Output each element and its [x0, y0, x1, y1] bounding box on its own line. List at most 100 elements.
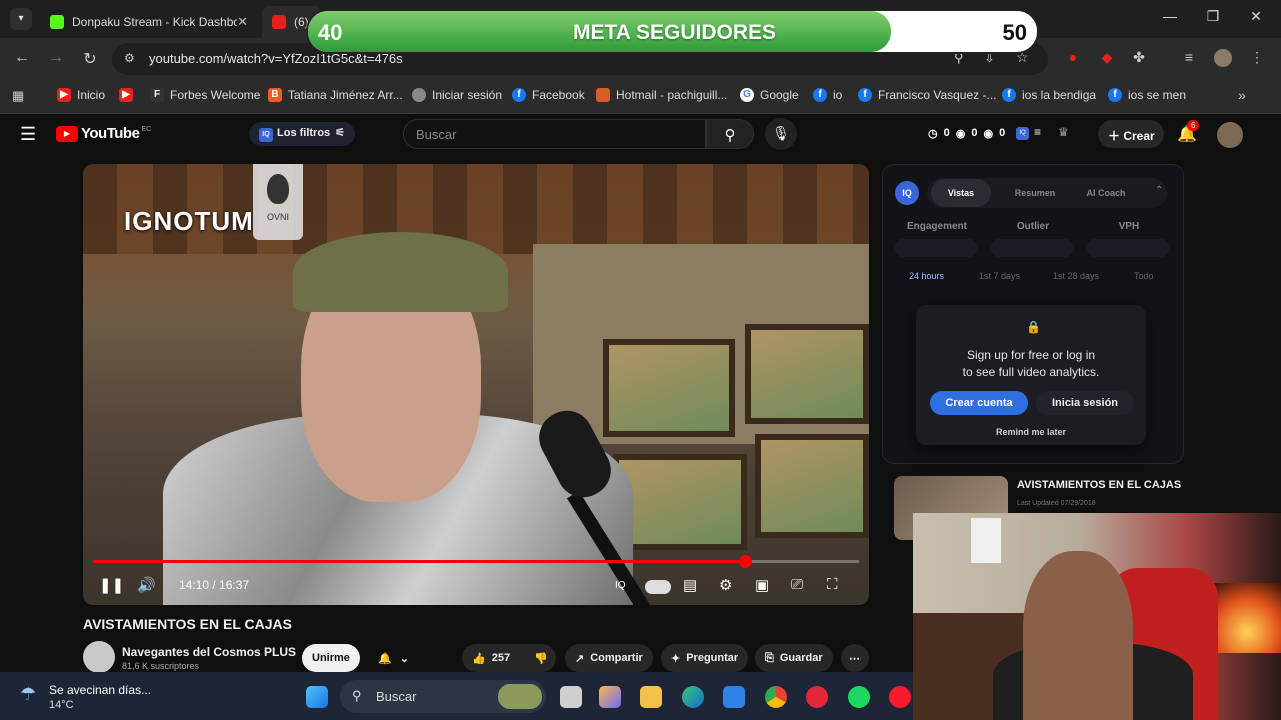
settings-gear-icon[interactable]: ⚙: [719, 576, 732, 594]
video-progress-bar[interactable]: [93, 555, 859, 568]
file-explorer-icon[interactable]: [640, 686, 662, 708]
profile-avatar[interactable]: [1214, 49, 1232, 67]
browser-menu-icon[interactable]: ⋮: [1248, 49, 1266, 67]
bookmark-ios-bendiga[interactable]: f ios la bendiga: [1002, 88, 1096, 102]
eye-icon: ◉: [955, 128, 966, 140]
range-first-28-days[interactable]: 1st 28 days: [1053, 271, 1099, 281]
bookmark-inicio[interactable]: ▶ Inicio: [57, 88, 105, 102]
weather-rain-icon[interactable]: ☂: [20, 684, 36, 705]
miniplayer-icon[interactable]: ▣: [755, 576, 769, 594]
opera-icon[interactable]: [889, 686, 911, 708]
bookmark-youtube[interactable]: ▶: [119, 88, 139, 102]
bookmark-francisco[interactable]: f Francisco Vasquez -...: [858, 88, 997, 102]
facebook-icon: f: [813, 88, 827, 102]
close-tab-icon[interactable]: ✕: [237, 14, 248, 30]
copilot-icon[interactable]: [599, 686, 621, 708]
like-button[interactable]: 👍 257: [462, 644, 524, 672]
minimize-button[interactable]: —: [1160, 8, 1180, 24]
join-button[interactable]: Unirme: [302, 644, 360, 672]
suggested-video-title[interactable]: AVISTAMIENTOS EN EL CAJAS: [1017, 479, 1181, 491]
bookmark-google[interactable]: G Google: [740, 88, 799, 102]
close-window-button[interactable]: ✕: [1246, 8, 1266, 25]
notifications-dropdown[interactable]: 🔔 ⌄: [368, 644, 419, 672]
pause-button[interactable]: ❚❚: [99, 576, 124, 594]
create-button[interactable]: ＋ Crear: [1098, 120, 1164, 148]
account-avatar[interactable]: [1217, 122, 1243, 148]
channel-name[interactable]: Navegantes del Cosmos PLUS: [122, 645, 296, 659]
filters-button[interactable]: IQ Los filtros ⚟: [249, 122, 356, 146]
cast-icon[interactable]: ⎚: [791, 576, 803, 593]
volume-icon[interactable]: 🔊: [137, 576, 156, 594]
tab-search-button[interactable]: ▾: [10, 8, 32, 30]
windows-start-icon[interactable]: [306, 686, 328, 708]
share-button[interactable]: ↗ Compartir: [565, 644, 653, 672]
microsoft-store-icon[interactable]: [723, 686, 745, 708]
search-button[interactable]: ⚲: [706, 119, 754, 149]
autoplay-toggle[interactable]: [645, 580, 671, 594]
range-first-7-days[interactable]: 1st 7 days: [979, 271, 1020, 281]
collapse-chevron-icon[interactable]: ⌃: [1155, 185, 1163, 196]
video-scrubber-handle[interactable]: [738, 555, 752, 568]
search-input[interactable]: Buscar: [403, 119, 706, 149]
ovni-badge: OVNI: [253, 164, 303, 240]
fullscreen-icon[interactable]: ⛶: [827, 576, 838, 593]
list-icon[interactable]: ≡: [1034, 125, 1041, 139]
forbes-icon: F: [150, 88, 164, 102]
reload-icon[interactable]: ↻: [80, 49, 100, 69]
extensions-puzzle-icon[interactable]: ✤: [1130, 49, 1148, 67]
spotify-icon[interactable]: [848, 686, 870, 708]
range-all[interactable]: Todo: [1134, 271, 1154, 281]
dislike-button[interactable]: 👎: [524, 644, 556, 672]
taskbar-search[interactable]: ⚲ Buscar: [340, 680, 546, 713]
range-24-hours[interactable]: 24 hours: [909, 271, 944, 281]
apps-grid-icon[interactable]: ▦: [12, 88, 24, 104]
create-account-button[interactable]: Crear cuenta: [930, 391, 1028, 415]
fireplace: [1213, 583, 1281, 653]
bookmark-hotmail[interactable]: Hotmail - pachiguill...: [596, 88, 727, 102]
lock-icon: 🔒: [1026, 320, 1041, 334]
back-arrow-icon[interactable]: ←: [12, 49, 32, 67]
media-controls-icon[interactable]: ≡: [1180, 49, 1198, 67]
ask-button[interactable]: ✦ Preguntar: [661, 644, 749, 672]
obs-recording-icon[interactable]: [806, 686, 828, 708]
tab-ai-coach[interactable]: AI Coach: [1073, 179, 1139, 207]
extension-badge-icon[interactable]: ◆: [1098, 49, 1116, 67]
site-info-icon[interactable]: ⚙: [124, 51, 135, 65]
bookmark-facebook[interactable]: f Facebook: [512, 88, 585, 102]
video-title: AVISTAMIENTOS EN EL CAJAS: [83, 616, 292, 632]
hamburger-menu-icon[interactable]: ☰: [20, 124, 36, 145]
task-view-icon[interactable]: [560, 686, 582, 708]
browser-tab-kick[interactable]: Donpaku Stream - Kick Dashbo ✕: [40, 6, 258, 38]
tab-vistas[interactable]: Vistas: [931, 179, 991, 207]
bookmark-icon: ⎘: [765, 651, 774, 664]
bookmark-forbes[interactable]: F Forbes Welcome: [150, 88, 260, 102]
iq-icon: IQ: [895, 181, 919, 205]
weather-forecast[interactable]: Se avecinan días...: [49, 683, 151, 697]
bookmark-iniciar-sesion[interactable]: Iniciar sesión: [412, 88, 502, 102]
remind-later-link[interactable]: Remind me later: [916, 427, 1146, 437]
bookmark-tatiana[interactable]: B Tatiana Jiménez Arr...: [268, 88, 403, 102]
extension-red-icon[interactable]: ●: [1064, 49, 1082, 67]
channel-avatar[interactable]: [83, 641, 115, 673]
save-button[interactable]: ⎘ Guardar: [755, 644, 833, 672]
kick-icon: [50, 15, 64, 29]
chrome-icon[interactable]: [765, 686, 787, 708]
video-player[interactable]: IGNOTUM OVNI ❚❚ 🔊 14:10 / 16:37 IQ ▤ ⚙ ▣…: [83, 164, 869, 605]
login-button[interactable]: Inicia sesión: [1036, 391, 1134, 415]
tab-resumen[interactable]: Resumen: [1001, 179, 1069, 207]
facebook-icon: f: [858, 88, 872, 102]
forward-arrow-icon[interactable]: →: [46, 49, 66, 67]
trophy-icon[interactable]: ♕: [1058, 125, 1069, 139]
voice-search-button[interactable]: 🎙: [765, 118, 797, 150]
subtitles-icon[interactable]: ▤: [683, 576, 697, 594]
more-bookmarks-chevron-icon[interactable]: »: [1238, 87, 1246, 103]
bookmark-io[interactable]: f io: [813, 88, 842, 102]
more-actions-button[interactable]: ⋯: [841, 644, 869, 672]
iq-icon[interactable]: IQ: [1016, 127, 1029, 140]
notification-count-badge: 6: [1187, 120, 1200, 131]
iq-icon[interactable]: IQ: [615, 580, 626, 591]
edge-icon[interactable]: [682, 686, 704, 708]
maximize-button[interactable]: ❐: [1203, 8, 1223, 25]
youtube-logo[interactable]: ▶ YouTube EC: [56, 125, 151, 142]
bookmark-ios-se-men[interactable]: f ios se men: [1108, 88, 1186, 102]
